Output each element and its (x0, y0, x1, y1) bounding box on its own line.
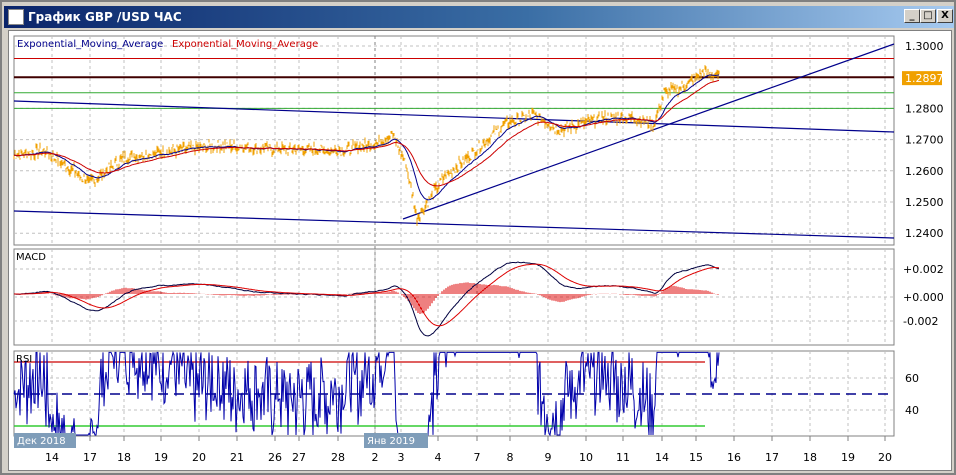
date-tick: 27 (292, 451, 306, 464)
date-tick: 11 (616, 451, 630, 464)
macd-tick: -0.002 (903, 315, 938, 328)
date-tick: 20 (878, 451, 892, 464)
date-tick: 20 (192, 451, 206, 464)
price-tick: 1.2400 (905, 227, 944, 240)
price-panel (13, 35, 895, 246)
date-tick: 14 (45, 451, 59, 464)
date-tick: 16 (727, 451, 741, 464)
macd-tick: +0.000 (903, 291, 944, 304)
current-price: 1.2897 (905, 72, 944, 85)
date-tick: 17 (83, 451, 97, 464)
price-tick: 1.3000 (905, 40, 944, 53)
date-tick: 10 (579, 451, 593, 464)
date-tick: 14 (655, 451, 669, 464)
date-tick: 3 (398, 451, 405, 464)
legend-ema-slow: Exponential_Moving_Average (172, 39, 318, 50)
date-tick: 26 (268, 451, 282, 464)
rsi-tick: 40 (905, 404, 919, 417)
date-tick: 18 (117, 451, 131, 464)
month-label: Янв 2019 (367, 436, 415, 447)
rsi-label: RSI (16, 354, 32, 365)
date-tick: 28 (331, 451, 345, 464)
price-tick: 1.2500 (905, 196, 944, 209)
date-tick: 8 (507, 451, 514, 464)
price-tick: 1.2700 (905, 134, 944, 147)
rsi-tick: 60 (905, 372, 919, 385)
macd-label: MACD (16, 252, 46, 263)
price-tick: 1.2600 (905, 165, 944, 178)
date-tick: 17 (765, 451, 779, 464)
legend-ema-fast: Exponential_Moving_Average (17, 39, 163, 50)
chart-svg[interactable]: 14 17 18 19 20 21 26 27 28 2 3 4 7 8 9 10 11 14 15 16 17 18 19… (0, 0, 956, 475)
date-tick: 19 (841, 451, 855, 464)
macd-tick: +0.002 (903, 263, 944, 276)
date-tick: 7 (474, 451, 481, 464)
date-tick: 19 (154, 451, 168, 464)
date-tick: 4 (435, 451, 442, 464)
date-tick: 2 (372, 451, 379, 464)
date-tick: 18 (803, 451, 817, 464)
price-tick: 1.2800 (905, 102, 944, 115)
date-tick: 9 (545, 451, 552, 464)
date-tick: 21 (230, 451, 244, 464)
date-tick: 15 (689, 451, 703, 464)
month-label: Дек 2018 (17, 436, 66, 447)
